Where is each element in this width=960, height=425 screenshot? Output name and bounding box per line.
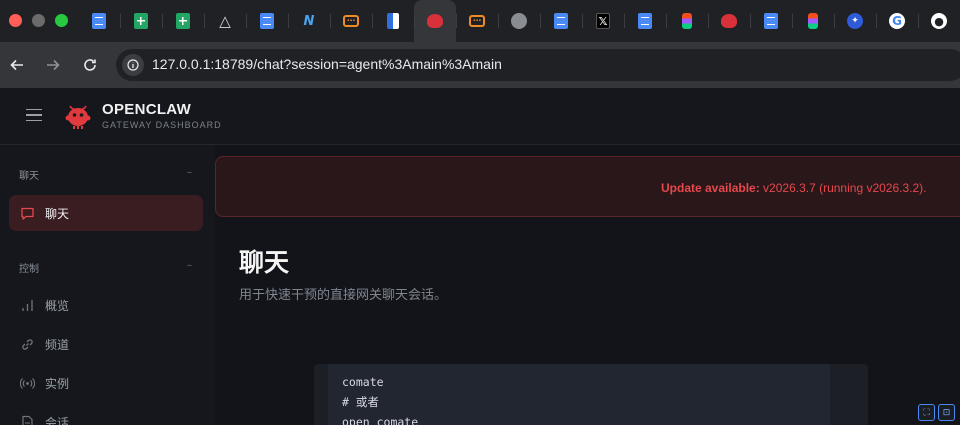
google-sheets-icon [176,13,190,29]
sidebar-item-instances[interactable]: 实例 [9,365,203,401]
x-logo-icon: 𝕏 [596,13,610,29]
browser-tab[interactable] [792,0,834,42]
browser-tab[interactable]: ✦ [834,0,876,42]
browser-tab[interactable] [162,0,204,42]
info-circle-icon [127,59,139,71]
figma-icon [682,13,692,29]
globe-icon [511,13,527,29]
browser-tab[interactable]: 𝕏 [582,0,624,42]
browser-tab[interactable] [246,0,288,42]
browser-tab[interactable]: ⋯ [330,0,372,42]
sidebar-item-chat[interactable]: 聊天 [9,195,203,231]
browser-tab[interactable]: ⋯ [456,0,498,42]
code-block: comate # 或者 open comate [328,364,830,425]
browser-tab[interactable] [750,0,792,42]
sidebar-item-label: 实例 [45,376,70,391]
browser-toolbar: 127.0.0.1:18789/chat?session=agent%3Amai… [0,42,960,88]
openclaw-logo-icon [65,105,91,129]
link-icon [19,336,35,352]
sidebar-group-control-collapse-button[interactable]: – [187,260,192,271]
browser-tab-active[interactable] [414,0,456,42]
code-line: # 或者 [342,395,379,409]
main-content: Update available: v2026.3.7 (running v20… [215,145,960,425]
sidebar-group-control-title: 控制 [19,264,39,275]
bar-chart-icon [19,297,35,313]
orange-bracket-icon: ⋯ [469,15,485,27]
brand-subtitle: GATEWAY DASHBOARD [102,120,222,130]
browser-tab[interactable] [624,0,666,42]
sidebar-item-sessions[interactable]: 会话 [9,404,203,425]
back-button[interactable] [6,54,28,76]
hamburger-menu-icon[interactable] [26,109,42,121]
broadcast-icon [19,375,35,391]
browser-tab[interactable] [372,0,414,42]
baidu-icon: ✦ [847,13,863,29]
tab-list: △ N ⋯ ⋯ 𝕏 ✦ G ● [78,0,960,42]
chat-bubble-icon [19,205,35,221]
code-line: comate [342,375,384,389]
browser-tab[interactable] [708,0,750,42]
browser-tab[interactable]: ● [918,0,960,42]
browser-tab[interactable] [78,0,120,42]
code-line: open comate [342,415,419,425]
browser-tab[interactable]: N [288,0,330,42]
browser-tab[interactable] [666,0,708,42]
browser-tab[interactable]: G [876,0,918,42]
google-docs-icon [554,13,568,29]
sidebar-item-channels[interactable]: 频道 [9,326,203,362]
minimize-window-button[interactable] [32,14,45,27]
close-window-button[interactable] [9,14,22,27]
google-drive-icon: △ [219,11,231,30]
sidebar-item-label: 聊天 [45,206,70,221]
sidebar: 聊天 – 聊天 控制 – 概览 频道 实例 会话 [0,145,215,425]
google-sheets-icon [134,13,148,29]
browser-tab-strip: △ N ⋯ ⋯ 𝕏 ✦ G ● [0,0,960,42]
url-text[interactable]: 127.0.0.1:18789/chat?session=agent%3Amai… [152,56,502,72]
google-docs-icon [638,13,652,29]
document-icon [19,414,35,425]
maximize-window-button[interactable] [55,14,68,27]
chat-message-card: comate # 或者 open comate [314,364,868,425]
red-robot-icon [427,14,443,28]
browser-tab[interactable] [120,0,162,42]
red-robot-icon [721,14,737,28]
sidebar-item-label: 概览 [45,298,70,313]
page-subtitle: 用于快速干预的直接网关聊天会话。 [239,288,448,303]
google-docs-icon [260,13,274,29]
reload-icon [84,59,96,71]
reload-button[interactable] [79,54,101,76]
browser-tab[interactable] [540,0,582,42]
capture-icon[interactable]: ⛶ [918,404,935,421]
google-icon: G [889,13,905,29]
app-header: OPENCLAW GATEWAY DASHBOARD [0,88,960,145]
address-bar[interactable]: 127.0.0.1:18789/chat?session=agent%3Amai… [116,49,960,81]
update-prefix: Update available: [661,181,764,195]
m-logo-icon: N [303,13,315,29]
sidebar-group-chat-collapse-button[interactable]: – [187,167,192,178]
browser-tab[interactable] [498,0,540,42]
google-docs-icon [92,13,106,29]
figma-icon [808,13,818,29]
sidebar-item-overview[interactable]: 概览 [9,287,203,323]
arrow-right-icon [47,59,60,71]
forward-button[interactable] [42,54,64,76]
split-doc-icon [387,13,399,29]
github-icon: ● [931,13,947,29]
sidebar-item-label: 频道 [45,337,70,352]
arrow-left-icon [10,59,23,71]
update-message: Update available: v2026.3.7 (running v20… [661,181,927,195]
orange-bracket-icon: ⋯ [343,15,359,27]
site-info-icon[interactable] [122,54,144,76]
google-docs-icon [764,13,778,29]
page-title: 聊天 [239,248,290,277]
update-version-info: v2026.3.7 (running v2026.3.2). [763,181,927,195]
sidebar-group-chat-title: 聊天 [19,171,39,182]
update-available-banner: Update available: v2026.3.7 (running v20… [215,156,960,217]
browser-tab[interactable]: △ [204,0,246,42]
sidebar-item-label: 会话 [45,415,70,425]
brand-name: OPENCLAW [102,101,192,118]
scan-icon[interactable]: ⊡ [938,404,955,421]
